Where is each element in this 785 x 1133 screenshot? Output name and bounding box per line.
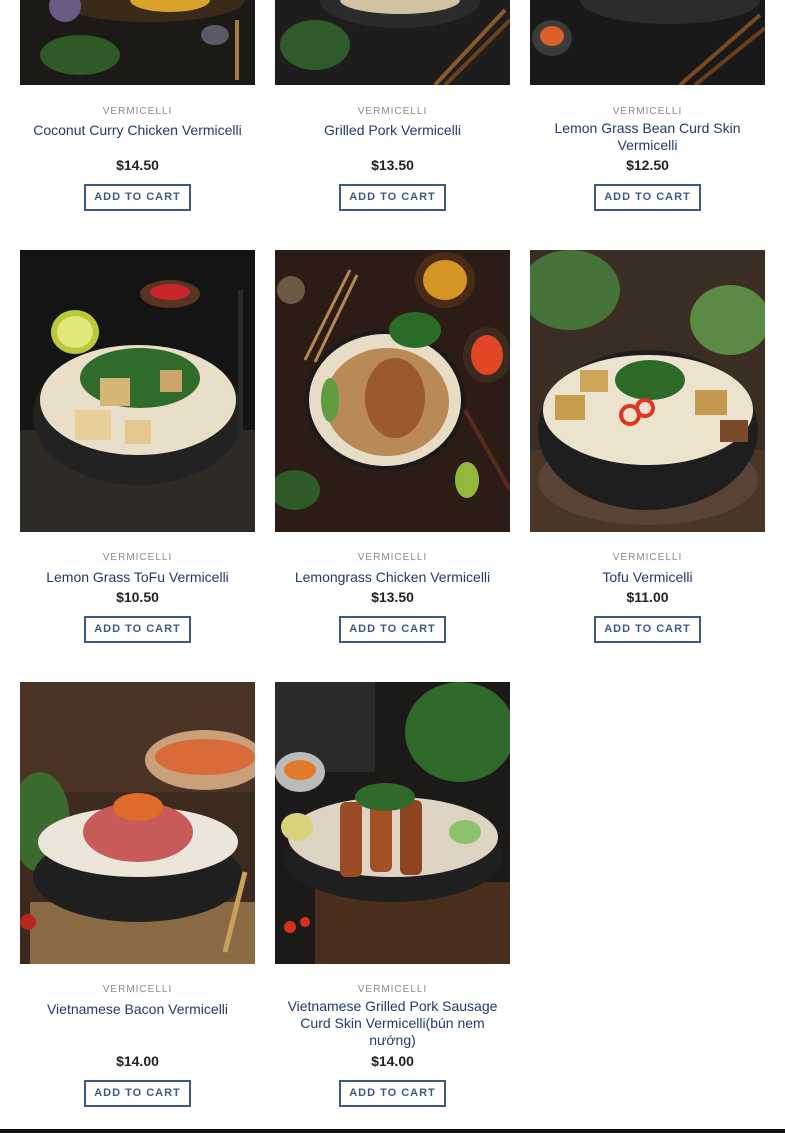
footer-divider xyxy=(0,1129,785,1133)
product-category: VERMICELLI xyxy=(357,106,428,117)
add-to-cart-button[interactable]: ADD TO CART xyxy=(594,184,701,211)
product-image[interactable] xyxy=(20,0,255,85)
product-title-link[interactable]: Coconut Curry Chicken Vermicelli xyxy=(20,122,255,139)
product-image[interactable] xyxy=(530,250,765,532)
product-price: $13.50 xyxy=(371,589,414,605)
product-price: $13.50 xyxy=(371,157,414,173)
product-image[interactable] xyxy=(530,0,765,85)
product-category: VERMICELLI xyxy=(102,552,173,563)
product-title-link[interactable]: Lemon Grass ToFu Vermicelli xyxy=(20,569,255,586)
product-image[interactable] xyxy=(275,0,510,85)
product-category: VERMICELLI xyxy=(357,552,428,563)
add-to-cart-button[interactable]: ADD TO CART xyxy=(84,184,191,211)
product-title-link[interactable]: Lemongrass Chicken Vermicelli xyxy=(275,569,510,586)
product-price: $12.50 xyxy=(626,157,669,173)
product-price: $10.50 xyxy=(116,589,159,605)
add-to-cart-button[interactable]: ADD TO CART xyxy=(339,1080,446,1107)
product-price: $11.00 xyxy=(626,589,669,605)
product-title-link[interactable]: Vietnamese Grilled Pork Sausage Curd Ski… xyxy=(275,998,510,1049)
add-to-cart-button[interactable]: ADD TO CART xyxy=(84,616,191,643)
product-price: $14.50 xyxy=(116,157,159,173)
add-to-cart-button[interactable]: ADD TO CART xyxy=(594,616,701,643)
product-category: VERMICELLI xyxy=(102,106,173,117)
add-to-cart-button[interactable]: ADD TO CART xyxy=(339,184,446,211)
product-image[interactable] xyxy=(20,682,255,964)
product-category: VERMICELLI xyxy=(612,552,683,563)
product-title-link[interactable]: Lemon Grass Bean Curd Skin Vermicelli xyxy=(530,120,765,154)
product-title-link[interactable]: Grilled Pork Vermicelli xyxy=(275,122,510,139)
product-image[interactable] xyxy=(20,250,255,532)
product-image[interactable] xyxy=(275,682,510,964)
product-price: $14.00 xyxy=(116,1053,159,1069)
product-image[interactable] xyxy=(275,250,510,532)
product-title-link[interactable]: Tofu Vermicelli xyxy=(530,569,765,586)
add-to-cart-button[interactable]: ADD TO CART xyxy=(339,616,446,643)
product-category: VERMICELLI xyxy=(612,106,683,117)
add-to-cart-button[interactable]: ADD TO CART xyxy=(84,1080,191,1107)
product-category: VERMICELLI xyxy=(357,984,428,995)
product-price: $14.00 xyxy=(371,1053,414,1069)
product-category: VERMICELLI xyxy=(102,984,173,995)
product-title-link[interactable]: Vietnamese Bacon Vermicelli xyxy=(20,1001,255,1018)
